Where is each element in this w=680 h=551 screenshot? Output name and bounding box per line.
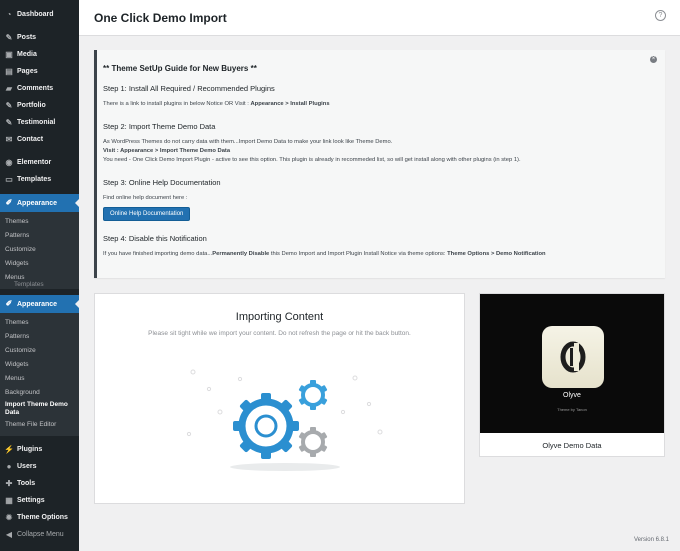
menu-appearance-expanded[interactable]: ✐ Appearance xyxy=(0,295,79,313)
collapse-menu-button[interactable]: ◀ Collapse Menu xyxy=(0,526,79,543)
ghost-templates-label: Templates xyxy=(14,281,44,288)
menu-posts[interactable]: ✎ Posts xyxy=(0,29,79,46)
page-icon: ▤ xyxy=(5,66,13,76)
menu-contact[interactable]: ✉ Contact xyxy=(0,131,79,148)
step3: Step 3: Online Help Documentation Find o… xyxy=(103,178,657,221)
menu-settings[interactable]: ▦ Settings xyxy=(0,492,79,509)
step3-title: Step 3: Online Help Documentation xyxy=(103,178,221,187)
step4-bold2: Theme Options > Demo Notification xyxy=(447,251,546,257)
theme-credit: Theme by Tanon xyxy=(557,407,587,412)
portfolio-icon: ✎ xyxy=(5,100,13,110)
help-icon[interactable]: ? xyxy=(655,10,666,21)
step2: Step 2: Import Theme Demo Data As WordPr… xyxy=(103,122,657,165)
step4-title: Step 4: Disable this Notification xyxy=(103,234,207,243)
menu-tools[interactable]: ✚ Tools xyxy=(0,475,79,492)
submenu-themes[interactable]: Themes xyxy=(0,316,79,330)
setup-guide-notice: × ** Theme SetUp Guide for New Buyers **… xyxy=(94,50,665,278)
appearance-submenu: Themes Patterns Customize Widgets Menus xyxy=(0,212,79,289)
submenu-customize[interactable]: Customize xyxy=(0,344,79,358)
settings-icon: ▦ xyxy=(5,495,13,505)
step4-text1: If you have finished importing demo data… xyxy=(103,251,213,257)
step2-line1: As WordPress Themes do not carry data wi… xyxy=(103,139,393,145)
brush-icon: ✐ xyxy=(5,299,13,308)
plugin-icon: ⚡ xyxy=(4,444,14,454)
menu-templates[interactable]: ▭ Templates xyxy=(0,171,79,188)
mail-icon: ✉ xyxy=(5,134,13,144)
menu-elementor[interactable]: ◉ Elementor xyxy=(0,154,79,171)
olyve-logo-icon xyxy=(542,326,604,388)
submenu-theme-file-editor[interactable]: Theme File Editor xyxy=(0,418,79,432)
importing-panel: Importing Content Please sit tight while… xyxy=(94,293,465,504)
testimonial-icon: ✎ xyxy=(5,117,13,127)
menu-dashboard[interactable]: ◔ Dashboard xyxy=(0,6,79,23)
submenu-customize[interactable]: Customize xyxy=(0,243,79,257)
step2-title: Step 2: Import Theme Demo Data xyxy=(103,122,216,131)
submenu-background[interactable]: Background xyxy=(0,386,79,400)
comment-icon: ▰ xyxy=(5,83,13,93)
folder-icon: ▭ xyxy=(5,174,13,184)
step4-bold1: Permanently Disable xyxy=(212,251,270,257)
notice-title: ** Theme SetUp Guide for New Buyers ** xyxy=(103,64,257,73)
submenu-patterns[interactable]: Patterns xyxy=(0,330,79,344)
dismiss-notice-button[interactable]: × xyxy=(650,56,657,63)
demo-name: Olyve Demo Data xyxy=(542,441,602,450)
submenu-menus[interactable]: Menus xyxy=(0,372,79,386)
brush-icon: ✐ xyxy=(5,198,13,207)
step1-text: There is a link to install plugins in be… xyxy=(103,101,251,107)
importing-title: Importing Content xyxy=(235,311,324,323)
menu-portfolio[interactable]: ✎ Portfolio xyxy=(0,97,79,114)
menu-plugins[interactable]: ⚡ Plugins xyxy=(0,441,79,458)
admin-sidebar: ◔ Dashboard ✎ Posts ▣ Media ▤ Pages ▰ Comment… xyxy=(0,0,79,551)
step1-title: Step 1: Install All Required / Recommend… xyxy=(103,84,275,93)
step2-visit: Visit : Appearance > Import Theme Demo D… xyxy=(103,148,231,154)
step2-line3: You need - One Click Demo Import Plugin … xyxy=(103,157,521,163)
appearance-submenu-expanded: Themes Patterns Customize Widgets Menus … xyxy=(0,313,79,436)
submenu-patterns[interactable]: Patterns xyxy=(0,229,79,243)
menu-appearance[interactable]: ✐ Appearance xyxy=(0,194,79,212)
tools-icon: ✚ xyxy=(5,478,13,488)
importing-description: Please sit tight while we import your co… xyxy=(148,330,411,337)
gears-illustration-icon xyxy=(186,369,383,471)
gear-icon: ✹ xyxy=(5,512,13,522)
step1-link: Appearance > Install Plugins xyxy=(250,101,330,107)
media-icon: ▣ xyxy=(5,49,13,59)
submenu-widgets[interactable]: Widgets xyxy=(0,358,79,372)
menu-media[interactable]: ▣ Media xyxy=(0,46,79,63)
step4-text2: this Demo Import and Import Plugin Insta… xyxy=(269,251,448,257)
menu-comments[interactable]: ▰ Comments xyxy=(0,80,79,97)
demo-card[interactable]: Olyve Theme by Tanon Olyve Demo Data xyxy=(479,293,665,457)
dashboard-icon: ◔ xyxy=(6,9,12,19)
page-title: One Click Demo Import xyxy=(94,11,227,25)
elementor-icon: ◉ xyxy=(5,157,13,167)
wp-version: Version 6.8.1 xyxy=(633,537,669,543)
submenu-themes[interactable]: Themes xyxy=(0,215,79,229)
step3-text: Find online help document here : xyxy=(103,195,188,201)
olyve-brand-name: Olyve xyxy=(563,392,581,399)
page-header: One Click Demo Import ? xyxy=(79,0,680,36)
menu-testimonial[interactable]: ✎ Testimonial xyxy=(0,114,79,131)
collapse-icon: ◀ xyxy=(5,529,13,539)
menu-theme-options[interactable]: ✹ Theme Options xyxy=(0,509,79,526)
pin-icon: ✎ xyxy=(5,32,13,42)
step1: Step 1: Install All Required / Recommend… xyxy=(103,84,657,109)
online-help-button[interactable]: Online Help Documentation xyxy=(103,207,191,221)
menu-pages[interactable]: ▤ Pages xyxy=(0,63,79,80)
menu-users[interactable]: ● Users xyxy=(0,458,79,475)
submenu-widgets[interactable]: Widgets xyxy=(0,257,79,271)
step4: Step 4: Disable this Notification If you… xyxy=(103,234,657,259)
users-icon: ● xyxy=(6,461,12,471)
submenu-import-demo-data[interactable]: Import Theme Demo Data xyxy=(0,400,79,418)
demo-thumbnail: Olyve Theme by Tanon xyxy=(480,294,664,433)
